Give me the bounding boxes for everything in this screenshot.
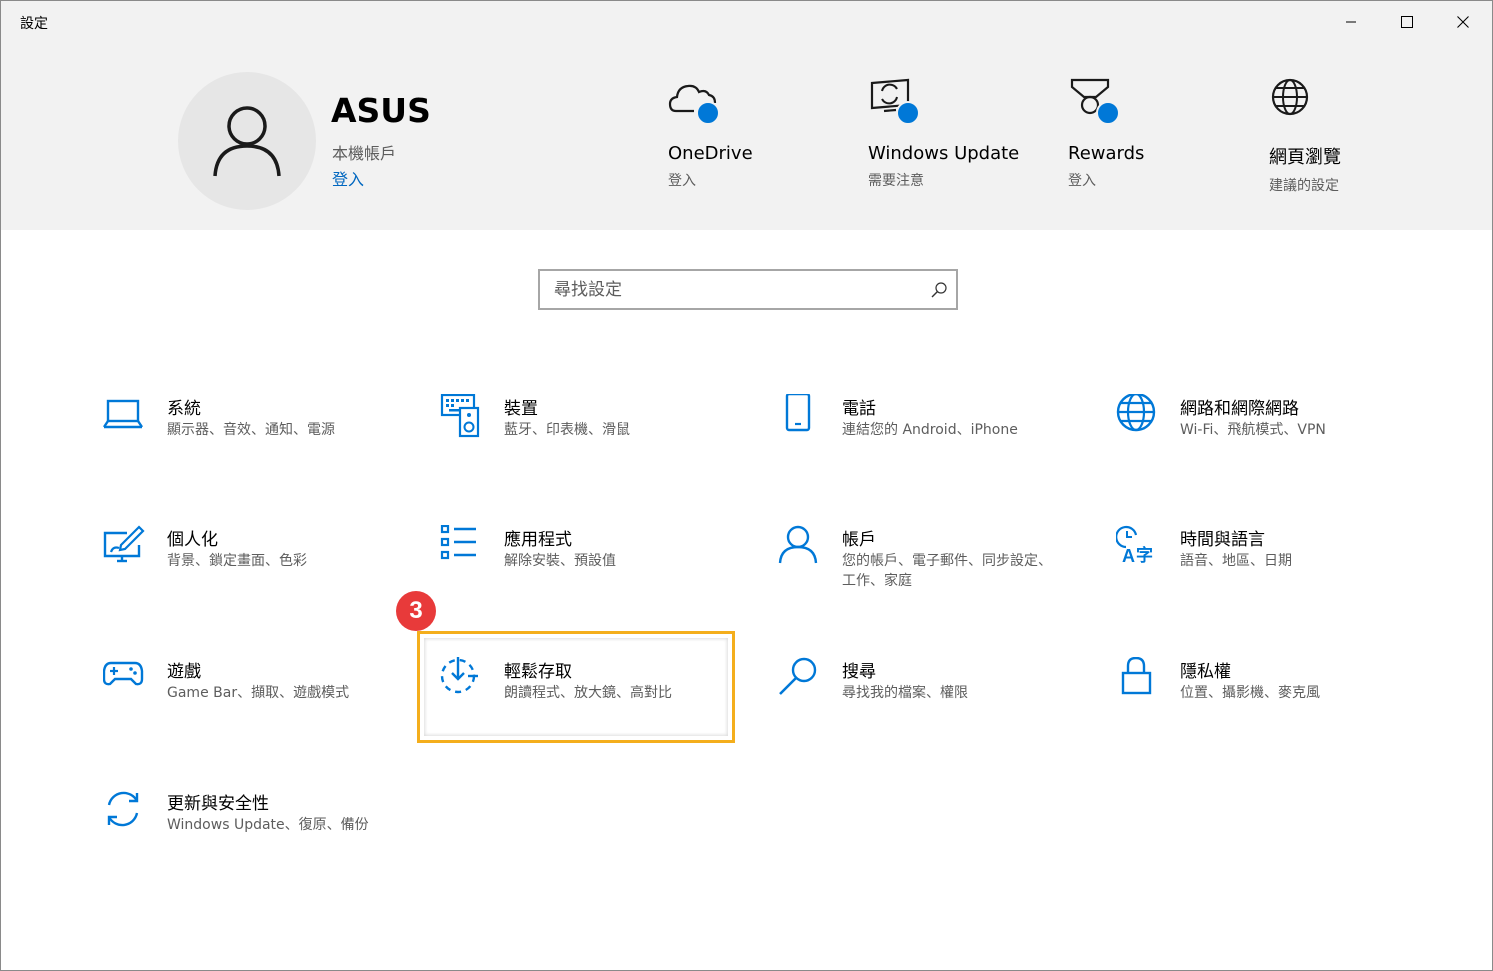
category-title: 隱私權 — [1180, 662, 1231, 682]
category-time-language[interactable]: A 字 時間與語言 語音、地區、日期 — [1116, 525, 1436, 635]
category-subtitle: 背景、鎖定畫面、色彩 — [167, 553, 307, 569]
avatar — [178, 72, 316, 210]
category-title: 更新與安全性 — [167, 794, 269, 814]
close-icon — [1457, 16, 1469, 28]
settings-search-box[interactable] — [538, 269, 958, 310]
category-apps[interactable]: 應用程式 解除安裝、預設值 — [440, 525, 760, 635]
step-badge: 3 — [396, 591, 436, 631]
account-type: 本機帳戶 — [332, 144, 397, 163]
quick-link-subtitle: 登入 — [1068, 173, 1096, 189]
settings-window: 設定 ASUS 本機帳戶 登入 OneDrive 登入 Windows Upda… — [0, 0, 1493, 971]
quick-link-rewards[interactable]: Rewards 登入 — [1068, 77, 1258, 190]
category-subtitle: 您的帳戶、電子郵件、同步設定、工作、家庭 — [842, 553, 1052, 589]
rewards-medal-icon — [1068, 77, 1122, 127]
category-privacy[interactable]: 隱私權 位置、攝影機、麥克風 — [1116, 657, 1436, 767]
svg-text:A: A — [1122, 546, 1135, 566]
category-subtitle: 朗讀程式、放大鏡、高對比 — [504, 685, 672, 701]
category-subtitle: 解除安裝、預設值 — [504, 553, 616, 569]
search-input[interactable] — [554, 271, 914, 308]
category-subtitle: 連結您的 Android、iPhone — [842, 422, 1018, 438]
category-system[interactable]: 系統 顯示器、音效、通知、電源 — [103, 394, 423, 504]
quick-link-title: OneDrive — [668, 143, 753, 164]
update-monitor-icon — [868, 77, 922, 127]
category-title: 系統 — [167, 399, 201, 419]
quick-link-title: 網頁瀏覽 — [1269, 147, 1341, 168]
window-title: 設定 — [20, 16, 48, 32]
quick-link-title: Windows Update — [868, 143, 1020, 164]
category-title: 裝置 — [504, 399, 538, 419]
quick-link-title: Rewards — [1068, 143, 1145, 164]
app-list-icon — [440, 525, 476, 560]
category-title: 遊戲 — [167, 662, 201, 682]
category-subtitle: 尋找我的檔案、權限 — [842, 685, 968, 701]
search-icon[interactable] — [930, 281, 948, 299]
globe-icon — [1269, 77, 1323, 127]
notification-dot — [696, 101, 720, 125]
quick-link-windows-update[interactable]: Windows Update 需要注意 — [868, 77, 1058, 190]
minimize-button[interactable] — [1323, 1, 1379, 43]
notification-dot — [1096, 101, 1120, 125]
category-personalization[interactable]: 個人化 背景、鎖定畫面、色彩 — [103, 525, 423, 635]
quick-link-onedrive[interactable]: OneDrive 登入 — [668, 77, 858, 190]
magnifier-icon — [779, 657, 817, 695]
sync-arrows-icon — [107, 791, 139, 827]
category-subtitle: 語音、地區、日期 — [1180, 553, 1292, 569]
category-subtitle: 位置、攝影機、麥克風 — [1180, 685, 1320, 701]
cloud-icon — [668, 77, 722, 127]
category-subtitle: 顯示器、音效、通知、電源 — [167, 422, 335, 438]
category-accounts[interactable]: 帳戶 您的帳戶、電子郵件、同步設定、工作、家庭 — [778, 525, 1098, 635]
category-title: 時間與語言 — [1180, 530, 1265, 550]
svg-text:字: 字 — [1136, 545, 1153, 566]
signin-link[interactable]: 登入 — [332, 166, 364, 190]
phone-icon — [785, 394, 811, 432]
notification-dot — [896, 101, 920, 125]
category-title: 網路和網際網路 — [1180, 399, 1299, 419]
keyboard-speaker-icon — [440, 394, 480, 438]
personalize-pen-icon — [103, 525, 145, 563]
user-avatar-icon — [213, 106, 281, 177]
category-ease-of-access[interactable]: 輕鬆存取 朗讀程式、放大鏡、高對比 — [440, 657, 760, 767]
category-title: 電話 — [842, 399, 876, 419]
quick-link-subtitle: 需要注意 — [868, 173, 924, 189]
category-title: 搜尋 — [842, 662, 876, 682]
category-subtitle: Game Bar、擷取、遊戲模式 — [167, 685, 350, 701]
category-gaming[interactable]: 遊戲 Game Bar、擷取、遊戲模式 — [103, 657, 423, 767]
category-title: 應用程式 — [504, 530, 572, 550]
quick-link-subtitle: 建議的設定 — [1269, 178, 1339, 194]
category-subtitle: Windows Update、復原、備份 — [167, 817, 369, 833]
category-devices[interactable]: 裝置 藍牙、印表機、滑鼠 — [440, 394, 760, 504]
quick-link-subtitle: 登入 — [668, 173, 696, 189]
maximize-icon — [1401, 16, 1413, 28]
person-icon — [778, 525, 818, 564]
lock-icon — [1121, 657, 1152, 695]
quick-link-web-browsing[interactable]: 網頁瀏覽 建議的設定 — [1269, 77, 1459, 195]
category-title: 個人化 — [167, 530, 218, 550]
category-subtitle: 藍牙、印表機、滑鼠 — [504, 422, 630, 438]
time-language-icon: A 字 — [1116, 525, 1153, 566]
close-button[interactable] — [1435, 1, 1491, 43]
maximize-button[interactable] — [1379, 1, 1435, 43]
title-bar: 設定 — [1, 1, 1492, 43]
category-subtitle: Wi-Fi、飛航模式、VPN — [1180, 422, 1326, 438]
account-name: ASUS — [331, 91, 431, 130]
ease-of-access-icon — [440, 657, 478, 694]
minimize-icon — [1346, 21, 1356, 23]
globe-network-icon — [1116, 394, 1156, 432]
category-network[interactable]: 網路和網際網路 Wi-Fi、飛航模式、VPN — [1116, 394, 1436, 504]
category-title: 帳戶 — [842, 530, 876, 550]
category-phone[interactable]: 電話 連結您的 Android、iPhone — [778, 394, 1098, 504]
category-update-security[interactable]: 更新與安全性 Windows Update、復原、備份 — [103, 789, 423, 899]
gamepad-icon — [103, 661, 144, 686]
category-search[interactable]: 搜尋 尋找我的檔案、權限 — [778, 657, 1098, 767]
laptop-icon — [103, 399, 143, 429]
category-title: 輕鬆存取 — [504, 662, 572, 682]
